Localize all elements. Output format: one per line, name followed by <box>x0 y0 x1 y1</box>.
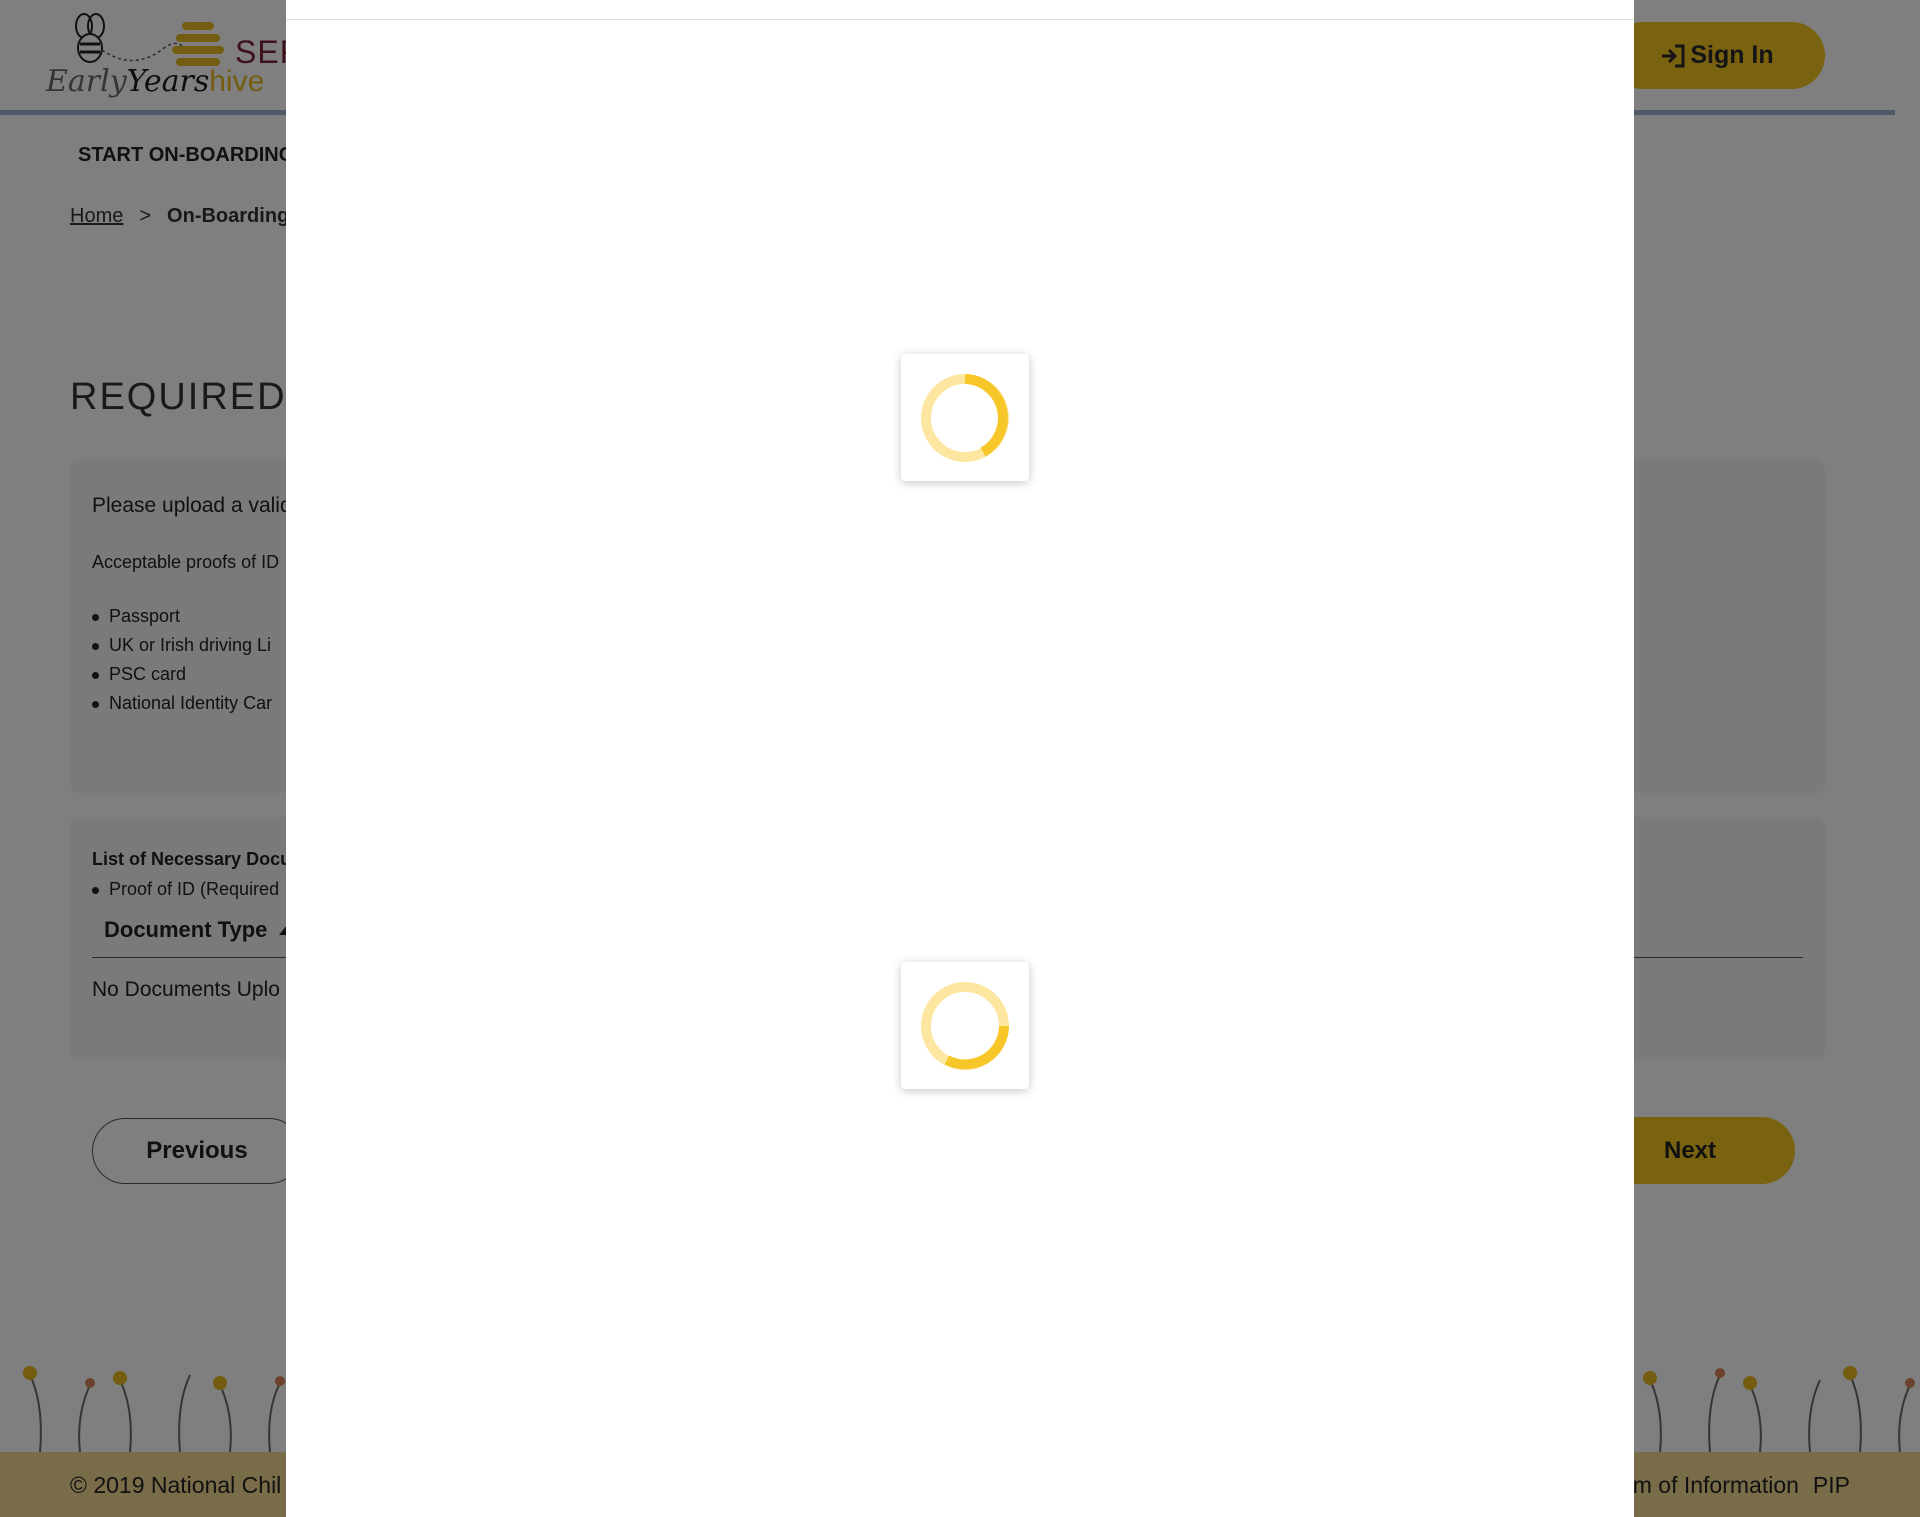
loading-spinner-icon <box>921 981 1009 1070</box>
loading-modal <box>286 0 1634 1517</box>
loading-spinner-icon <box>921 373 1009 462</box>
loading-spinner-card <box>901 962 1029 1089</box>
loading-spinner-card <box>901 354 1029 481</box>
modal-header-divider <box>286 19 1634 20</box>
